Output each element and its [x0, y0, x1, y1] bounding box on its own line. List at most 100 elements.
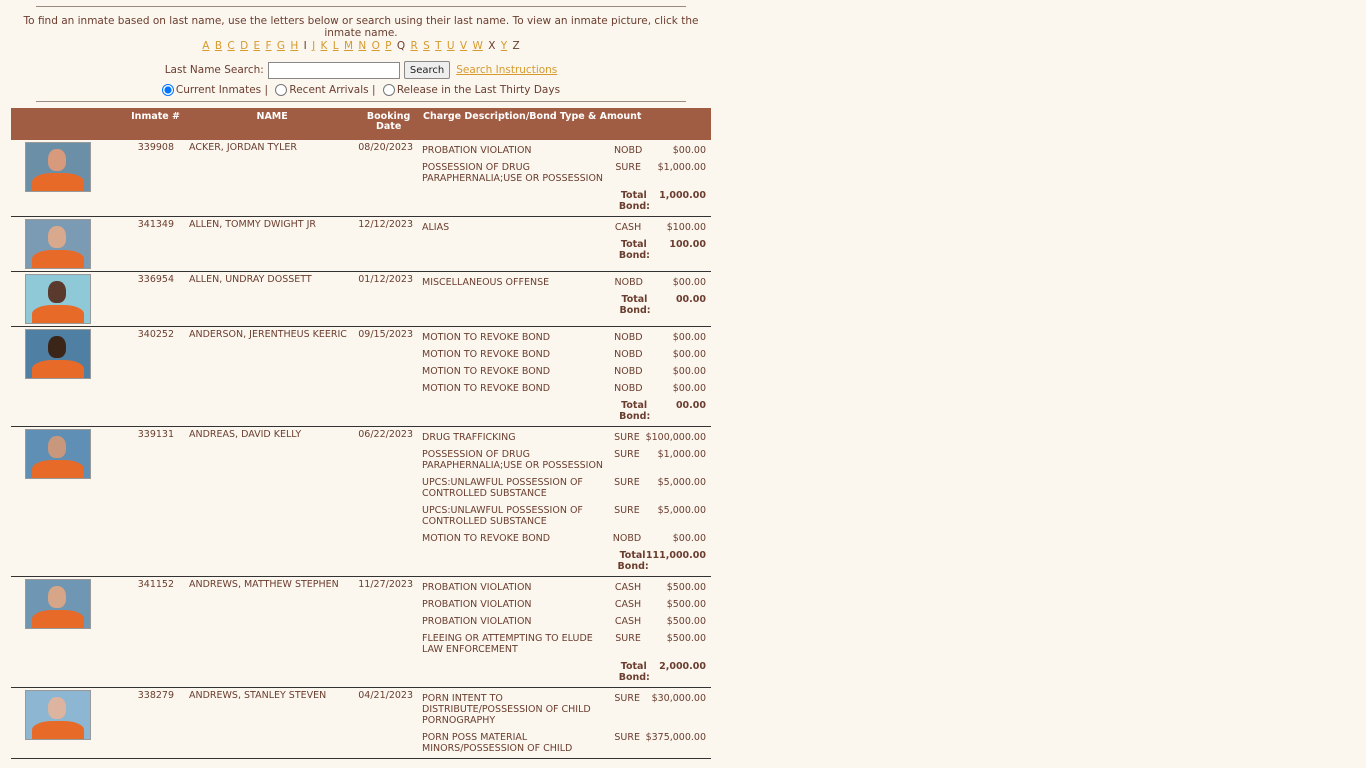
booking-date: 01/12/2023: [356, 271, 421, 327]
charge-description: UPCS:UNLAWFUL POSSESSION OF CONTROLLED S…: [422, 477, 583, 499]
bond-amount: $1,000.00: [657, 162, 706, 173]
charge-description: POSSESSION OF DRUG PARAPHERNALIA;USE OR …: [422, 449, 604, 471]
jumpsuit-shape: [32, 250, 84, 268]
filter-recent-arrivals[interactable]: Recent Arrivals |: [275, 84, 375, 96]
table-header-row: Inmate # NAME Booking Date Charge Descri…: [11, 108, 711, 140]
charges-table: MOTION TO REVOKE BOND NOBD $00.00 MOTION…: [422, 328, 710, 424]
letter-a-link[interactable]: A: [202, 40, 209, 52]
total-bond-label: Total Bond:: [618, 239, 650, 261]
jumpsuit-shape: [32, 610, 84, 628]
bond-type: NOBD: [614, 332, 643, 343]
charge-row: PORN POSS MATERIAL MINORS/POSSESSION OF …: [422, 728, 710, 756]
total-bond-label: Total Bond:: [619, 400, 651, 422]
charge-description: MOTION TO REVOKE BOND: [422, 349, 551, 360]
recent-arrivals-label: Recent Arrivals |: [289, 84, 376, 96]
letter-j-link[interactable]: J: [312, 40, 315, 52]
charges-cell: PORN INTENT TO DISTRIBUTE/POSSESSION OF …: [421, 687, 711, 759]
charge-row: FLEEING OR ATTEMPTING TO ELUDE LAW ENFOR…: [422, 629, 710, 657]
letter-o-link[interactable]: O: [372, 40, 380, 52]
charge-row: ALIAS CASH $100.00: [422, 218, 710, 235]
inmate-photo[interactable]: [25, 274, 91, 324]
inmate-photo[interactable]: [25, 690, 91, 740]
charges-header: Charge Description/Bond Type & Amount: [421, 108, 711, 140]
face-shape: [48, 281, 66, 303]
current-inmates-radio[interactable]: [161, 84, 174, 96]
charge-description: UPCS:UNLAWFUL POSSESSION OF CONTROLLED S…: [422, 505, 583, 527]
inmate-photo[interactable]: [25, 579, 91, 629]
last-name-search-input[interactable]: [267, 61, 400, 79]
inmate-photo[interactable]: [25, 219, 91, 269]
inmate-name-link[interactable]: ANDREWS, MATTHEW STEPHEN: [188, 576, 357, 688]
search-instructions-link[interactable]: Search Instructions: [456, 64, 557, 76]
filter-current-inmates[interactable]: Current Inmates |: [161, 84, 268, 96]
letter-s-link[interactable]: S: [423, 40, 430, 52]
bond-type: NOBD: [614, 277, 643, 288]
booking-date: 04/21/2023: [356, 687, 421, 759]
inmate-table: Inmate # NAME Booking Date Charge Descri…: [11, 108, 711, 759]
inmate-photo[interactable]: [25, 429, 91, 479]
inmate-search-page: To find an inmate based on last name, us…: [11, 0, 711, 759]
charges-cell: MOTION TO REVOKE BOND NOBD $00.00 MOTION…: [421, 326, 711, 427]
letter-m-link[interactable]: M: [344, 40, 353, 52]
letter-q: Q: [396, 40, 406, 52]
inmate-name-link[interactable]: ANDERSON, JERENTHEUS KEERIC: [188, 326, 357, 427]
bond-amount: $500.00: [666, 633, 706, 644]
letter-v-link[interactable]: V: [460, 40, 467, 52]
letter-t-link[interactable]: T: [435, 40, 441, 52]
charge-description: MOTION TO REVOKE BOND: [422, 366, 551, 377]
face-shape: [48, 336, 66, 358]
letter-x: X: [488, 40, 496, 52]
inmate-name-link[interactable]: ACKER, JORDAN TYLER: [188, 140, 357, 217]
letter-e-link[interactable]: E: [254, 40, 261, 52]
letter-l-link[interactable]: L: [333, 40, 339, 52]
bond-amount: $30,000.00: [651, 693, 706, 704]
recent-arrivals-radio[interactable]: [275, 84, 288, 96]
inmate-name-link[interactable]: ANDREWS, STANLEY STEVEN: [188, 687, 357, 759]
released-radio[interactable]: [382, 84, 395, 96]
letter-h-link[interactable]: H: [290, 40, 298, 52]
total-bond-row: Total Bond: 2,000.00: [422, 657, 710, 685]
letter-g-link[interactable]: G: [277, 40, 285, 52]
charge-description: PROBATION VIOLATION: [422, 145, 532, 156]
bond-type: SURE: [614, 449, 640, 460]
intro-text: To find an inmate based on last name, us…: [23, 15, 699, 39]
inmate-photo[interactable]: [25, 142, 91, 192]
letter-y-link[interactable]: Y: [501, 40, 507, 52]
letter-c-link[interactable]: C: [227, 40, 234, 52]
filter-released[interactable]: Release in the Last Thirty Days: [382, 84, 560, 96]
bond-amount: $00.00: [672, 366, 706, 377]
bond-type: SURE: [614, 693, 640, 704]
charges-cell: PROBATION VIOLATION NOBD $00.00 POSSESSI…: [421, 140, 711, 217]
search-button[interactable]: Search: [403, 61, 451, 79]
letter-p-link[interactable]: P: [385, 40, 391, 52]
letter-d-link[interactable]: D: [240, 40, 248, 52]
charge-row: MOTION TO REVOKE BOND NOBD $00.00: [422, 529, 710, 546]
jumpsuit-shape: [32, 460, 84, 478]
letter-n-link[interactable]: N: [358, 40, 366, 52]
charge-row: PROBATION VIOLATION NOBD $00.00: [422, 141, 710, 158]
letter-b-link[interactable]: B: [215, 40, 222, 52]
inmate-name-link[interactable]: ALLEN, UNDRAY DOSSETT: [188, 271, 357, 327]
inmate-name-link[interactable]: ALLEN, TOMMY DWIGHT JR: [188, 216, 357, 272]
charge-description: PORN POSS MATERIAL MINORS/POSSESSION OF …: [422, 732, 573, 754]
total-bond-row: Total Bond: 00.00: [422, 290, 710, 318]
letter-w-link[interactable]: W: [472, 40, 482, 52]
bond-type: SURE: [614, 432, 640, 443]
inmate-photo-cell: [11, 271, 103, 327]
letter-i: I: [303, 40, 307, 52]
inmate-name-link[interactable]: ANDREAS, DAVID KELLY: [188, 426, 357, 577]
charge-row: MOTION TO REVOKE BOND NOBD $00.00: [422, 328, 710, 345]
booking-date: 12/12/2023: [356, 216, 421, 272]
charge-row: DRUG TRAFFICKING SURE $100,000.00: [422, 428, 710, 445]
charge-row: MOTION TO REVOKE BOND NOBD $00.00: [422, 345, 710, 362]
letter-r-link[interactable]: R: [410, 40, 417, 52]
letter-f-link[interactable]: F: [265, 40, 271, 52]
charge-description: PROBATION VIOLATION: [422, 582, 532, 593]
inmate-photo[interactable]: [25, 329, 91, 379]
bond-type: SURE: [614, 477, 640, 488]
bond-amount: $100,000.00: [645, 432, 706, 443]
letter-k-link[interactable]: K: [321, 40, 328, 52]
letter-u-link[interactable]: U: [447, 40, 455, 52]
charge-row: PROBATION VIOLATION CASH $500.00: [422, 578, 710, 595]
total-bond-row: Total Bond: 1,000.00: [422, 186, 710, 214]
